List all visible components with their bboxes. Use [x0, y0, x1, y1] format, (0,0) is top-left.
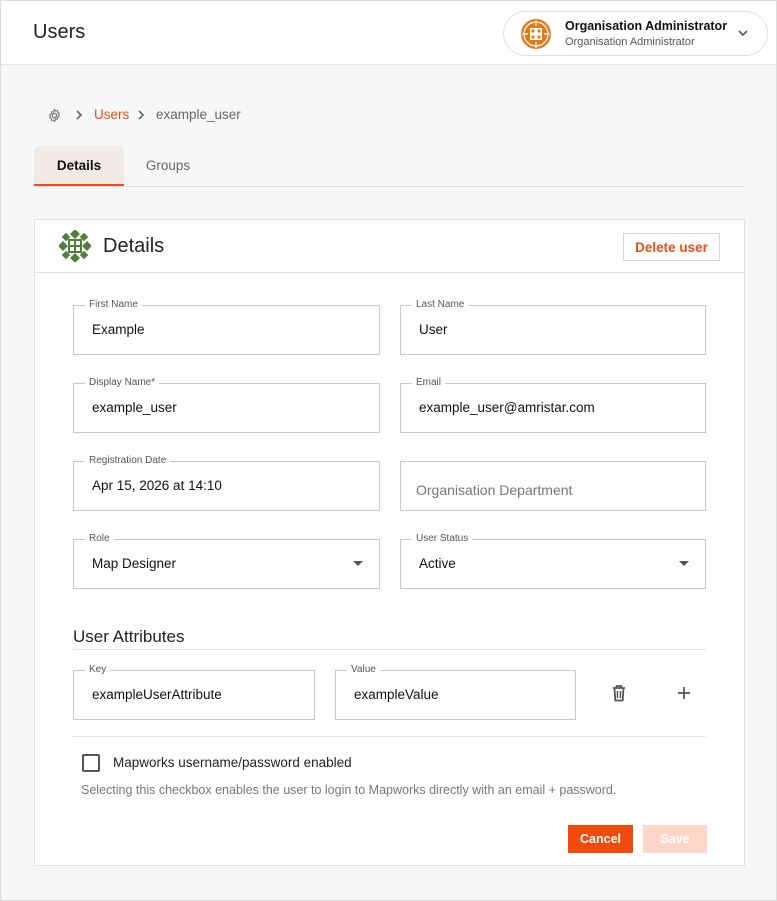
- display-name-field[interactable]: Display Name* example_user: [73, 376, 380, 433]
- dropdown-arrow-icon: [679, 561, 689, 566]
- dropdown-arrow-icon: [353, 561, 363, 566]
- registration-date-value: Apr 15, 2026 at 14:10: [92, 478, 222, 493]
- chevron-right-icon: [138, 110, 145, 120]
- organisation-department-placeholder: Organisation Department: [416, 482, 573, 498]
- top-bar: Users Organisation Administrator Organis…: [1, 1, 776, 65]
- details-card: Details Delete user First Name Example L…: [34, 219, 745, 866]
- attribute-key-field[interactable]: Key exampleUserAttribute: [73, 663, 315, 720]
- attribute-value-label: Value: [347, 663, 380, 677]
- chevron-right-icon: [76, 110, 83, 120]
- page-title: Users: [33, 21, 86, 43]
- mapworks-login-hint: Selecting this checkbox enables the user…: [81, 783, 617, 797]
- delete-attribute-icon[interactable]: [607, 681, 631, 705]
- first-name-label: First Name: [85, 298, 142, 312]
- attribute-key-value: exampleUserAttribute: [92, 687, 222, 702]
- email-label: Email: [412, 376, 446, 390]
- registration-date-label: Registration Date: [85, 454, 171, 468]
- card-header: Details Delete user: [35, 220, 744, 273]
- display-name-value: example_user: [92, 400, 177, 415]
- registration-date-field[interactable]: Registration Date Apr 15, 2026 at 14:10: [73, 454, 380, 511]
- first-name-value: Example: [92, 322, 145, 337]
- gear-icon[interactable]: [47, 108, 62, 123]
- organisation-switcher[interactable]: Organisation Administrator Organisation …: [503, 11, 768, 56]
- add-attribute-icon[interactable]: [672, 681, 696, 705]
- delete-user-button[interactable]: Delete user: [623, 233, 720, 261]
- user-status-value: Active: [419, 556, 456, 571]
- first-name-field[interactable]: First Name Example: [73, 298, 380, 355]
- last-name-label: Last Name: [412, 298, 469, 312]
- last-name-field[interactable]: Last Name User: [400, 298, 706, 355]
- organisation-role: Organisation Administrator: [565, 36, 695, 48]
- mapworks-login-checkbox[interactable]: [82, 754, 100, 772]
- user-status-select[interactable]: User Status Active: [400, 532, 706, 589]
- details-icon: [59, 230, 91, 262]
- divider: [73, 649, 706, 650]
- role-label: Role: [85, 532, 114, 546]
- email-value: example_user@amristar.com: [419, 400, 595, 415]
- breadcrumb-users-link[interactable]: Users: [94, 107, 129, 122]
- last-name-value: User: [419, 322, 448, 337]
- attribute-value-value: exampleValue: [354, 687, 439, 702]
- tab-groups[interactable]: Groups: [128, 146, 208, 186]
- user-status-label: User Status: [412, 532, 473, 546]
- user-attributes-title: User Attributes: [73, 627, 185, 646]
- card-title: Details: [103, 235, 165, 257]
- tab-bar: Details Groups: [34, 146, 745, 187]
- organisation-department-field[interactable]: Organisation Department: [400, 461, 706, 511]
- organisation-name: Organisation Administrator: [565, 19, 728, 33]
- breadcrumb-current: example_user: [156, 107, 241, 122]
- chevron-down-icon: [738, 30, 748, 37]
- email-field[interactable]: Email example_user@amristar.com: [400, 376, 706, 433]
- save-button[interactable]: Save: [643, 825, 707, 853]
- mapworks-login-label[interactable]: Mapworks username/password enabled: [113, 755, 352, 770]
- divider: [73, 736, 706, 737]
- attribute-value-field[interactable]: Value exampleValue: [335, 663, 576, 720]
- role-select[interactable]: Role Map Designer: [73, 532, 380, 589]
- tab-details[interactable]: Details: [34, 146, 124, 186]
- attribute-key-label: Key: [85, 663, 111, 677]
- cancel-button[interactable]: Cancel: [568, 825, 633, 853]
- organisation-logo-icon: [521, 19, 551, 49]
- display-name-label: Display Name*: [85, 376, 160, 390]
- role-value: Map Designer: [92, 556, 177, 571]
